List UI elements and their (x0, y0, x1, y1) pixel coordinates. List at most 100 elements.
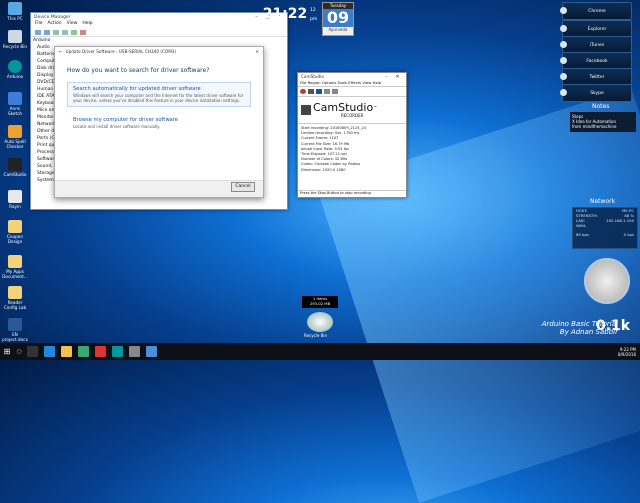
desktop-icon-camstudio[interactable]: CamStudio (2, 158, 28, 177)
facebook-icon (560, 57, 567, 64)
scan-icon[interactable] (71, 29, 77, 35)
arduino-icon (8, 60, 22, 73)
properties-icon[interactable] (53, 29, 59, 35)
desktop-icon-coupon-design[interactable]: Coupon Design (2, 220, 28, 244)
taskbar: ⊞ ○ 9:22 PM 8/9/2016 (0, 343, 640, 360)
download-rate: 89 bps (576, 232, 589, 237)
camstudio-logo: CamStudio™ RECORDER (298, 97, 406, 124)
taskbar-clock[interactable]: 9:22 PM 8/9/2016 (618, 347, 636, 357)
desktop-icon-reader-config[interactable]: Reader Config Lab (2, 286, 28, 310)
menu-region[interactable]: Region (308, 80, 321, 85)
clock-seconds: 12 pm (310, 8, 318, 22)
cancel-button[interactable]: Cancel (231, 182, 255, 192)
file-explorer-icon[interactable] (61, 346, 72, 357)
calendar-month: Ayurveda (328, 27, 348, 32)
skype-icon (560, 89, 567, 96)
camstudio-status: Press the Stop Button to stop recording (298, 190, 406, 197)
menu-view[interactable]: View (67, 21, 78, 26)
speed-gauge (584, 258, 630, 304)
menu-effects[interactable]: Effects (348, 80, 361, 85)
desktop-icon-en-project[interactable]: EN project.docx (2, 318, 28, 342)
menu-options[interactable]: Options (322, 80, 337, 85)
camstudio-menu: File Region Options Tools Effects View H… (298, 80, 406, 87)
menu-file[interactable]: File (300, 80, 306, 85)
browser-task-icon[interactable] (146, 346, 157, 357)
word-doc-icon (8, 318, 22, 331)
edge-icon[interactable] (44, 346, 55, 357)
desktop-icon-arduino[interactable]: Arduino (2, 60, 28, 79)
desktop-icon-anmi-sketch[interactable]: Anmi Sketch (2, 92, 28, 116)
update-driver-dialog[interactable]: ← Update Driver Software - USB-SERIAL CH… (54, 46, 264, 198)
spell-check-icon (8, 125, 22, 138)
forward-icon[interactable] (44, 29, 50, 35)
desktop-icon-spell-checker[interactable]: Auto Spell Checker (2, 125, 28, 149)
network-widget: HOST: ME-PC STRENGTH: 88 % LAN: 192.168.1.1… (572, 207, 638, 249)
region-icon[interactable] (324, 89, 330, 94)
folder-icon (8, 286, 22, 299)
desktop-icon-recycle-bin[interactable]: Recycle Bin (2, 30, 28, 49)
camstudio-toolbar (298, 87, 406, 97)
recycle-bin-icon[interactable] (307, 312, 333, 332)
tutorial-overlay: Arduino Basic Tutorial By Adnan Sabbir (541, 320, 618, 336)
desktop-icon-rayin[interactable]: Rayin (2, 190, 28, 209)
dialog-title: Update Driver Software - USB-SERIAL CH34… (65, 48, 177, 54)
network-heading: Network (590, 198, 616, 205)
menu-view[interactable]: View (362, 80, 371, 85)
tree-row[interactable]: Arduino (31, 37, 57, 44)
device-manager-toolbar (31, 28, 287, 37)
twitter-icon (560, 73, 567, 80)
camstudio-watermark: dio.org (352, 168, 394, 182)
close-icon[interactable]: ✕ (392, 74, 403, 80)
back-icon[interactable] (35, 29, 41, 35)
sketch-icon (8, 92, 22, 105)
launcher-skype[interactable]: Skype (560, 84, 632, 102)
option2-description: Locate and install driver software manua… (73, 124, 161, 129)
menu-help[interactable]: Help (373, 80, 382, 85)
option1-title: Search automatically for updated driver … (73, 86, 201, 92)
desktop-icon-my-apps[interactable]: My Apps Document... (2, 255, 28, 279)
camstudio-titlebar[interactable]: CamStudio – ✕ (298, 73, 406, 80)
uninstall-icon[interactable] (80, 29, 86, 35)
dialog-titlebar[interactable]: ← Update Driver Software - USB-SERIAL CH… (55, 47, 263, 55)
dialog-question: How do you want to search for driver sof… (67, 67, 210, 74)
minimize-icon[interactable]: – (381, 74, 392, 80)
close-icon[interactable]: ✕ (255, 49, 259, 54)
menu-help[interactable]: Help (82, 21, 92, 26)
desktop-icon-this-pc[interactable]: This PC (2, 2, 28, 21)
upload-rate: 0 bps (623, 232, 634, 237)
browse-computer-option[interactable]: Browse my computer for driver software L… (67, 113, 251, 133)
notes-widget[interactable]: Steps X Idea for Automation from mindthe… (570, 112, 636, 132)
option2-title: Browse my computer for driver software (73, 117, 178, 123)
record-icon[interactable] (300, 89, 306, 94)
help-icon[interactable] (62, 29, 68, 35)
menu-action[interactable]: Action (48, 21, 62, 26)
arduino-task-icon[interactable] (112, 346, 123, 357)
camstudio-icon (8, 158, 22, 171)
clock-time: 21:22 (262, 6, 308, 22)
explorer-icon (560, 25, 567, 32)
device-manager-titlebar[interactable]: Device Manager – □ ✕ (31, 13, 287, 21)
menu-tools[interactable]: Tools (338, 80, 347, 85)
speed-unit: b/s (622, 324, 628, 329)
task-view-icon[interactable] (27, 346, 38, 357)
device-manager-task-icon[interactable] (129, 346, 140, 357)
launcher-chrome[interactable]: Chrome (560, 2, 632, 20)
options-icon[interactable] (332, 89, 338, 94)
pause-icon[interactable] (308, 89, 314, 94)
camstudio-task-icon[interactable] (95, 346, 106, 357)
recycle-label: Recycle Bin (304, 333, 328, 338)
store-icon[interactable] (78, 346, 89, 357)
camstudio-title: CamStudio (301, 74, 324, 79)
calendar-widget: Tuesday 09 Ayurveda (322, 2, 354, 36)
back-arrow-icon[interactable]: ← (59, 49, 63, 54)
search-automatically-option[interactable]: Search automatically for updated driver … (67, 82, 251, 107)
minimize-icon[interactable]: – (251, 14, 262, 20)
search-icon[interactable]: ○ (14, 348, 24, 355)
recycle-bin-icon (8, 30, 22, 43)
start-icon[interactable]: ⊞ (0, 347, 14, 356)
menu-file[interactable]: File (35, 21, 43, 26)
stop-icon[interactable] (316, 89, 322, 94)
itunes-icon (560, 41, 567, 48)
camera-icon (301, 105, 311, 115)
device-manager-menu: File Action View Help (31, 21, 287, 28)
